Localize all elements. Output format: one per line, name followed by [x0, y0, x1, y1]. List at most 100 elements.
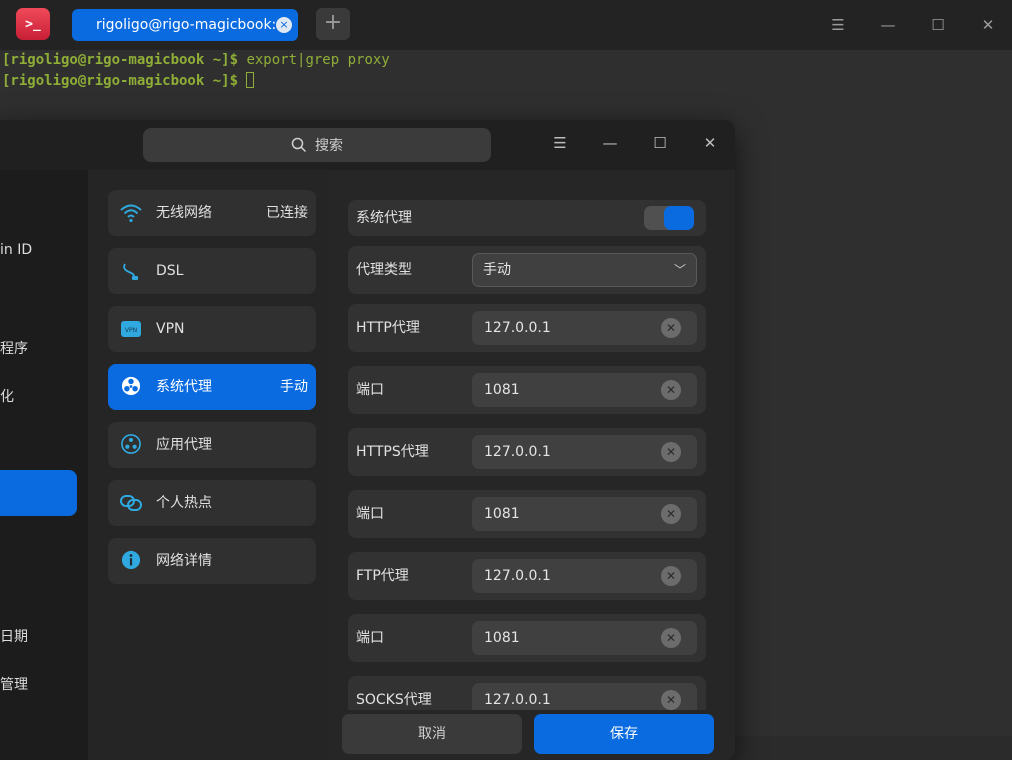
network-item-wireless[interactable]: 无线网络 已连接	[108, 190, 316, 236]
terminal-titlebar: >_ rigoligo@rigo-magicbook:~ × + ☰ — ☐ ✕	[0, 0, 1012, 50]
proxy-type-row: 代理类型 手动 ﹀	[348, 246, 706, 294]
cancel-button[interactable]: 取消	[342, 714, 522, 754]
socks-proxy-value: 127.0.0.1	[484, 692, 551, 708]
settings-nav-item[interactable]: 化	[0, 386, 14, 406]
ftp-port-value: 1081	[484, 630, 520, 646]
ftp-proxy-row: FTP代理 127.0.0.1 ✕	[348, 552, 706, 600]
settings-nav-item[interactable]: 日期	[0, 626, 28, 646]
network-item-vpn[interactable]: VPN VPN	[108, 306, 316, 352]
network-item-status: 已连接	[266, 205, 308, 221]
dsl-icon	[123, 263, 138, 280]
form-actions: 取消 保存	[328, 710, 735, 760]
text-cursor	[246, 72, 255, 88]
clear-icon[interactable]: ✕	[661, 690, 681, 710]
terminal-tab-title: rigoligo@rigo-magicbook:~	[96, 17, 289, 33]
terminal-tab[interactable]: rigoligo@rigo-magicbook:~ ×	[72, 9, 298, 41]
https-port-value: 1081	[484, 506, 520, 522]
system-proxy-icon	[121, 376, 141, 396]
clear-icon[interactable]: ✕	[661, 380, 681, 400]
chevron-down-icon: ﹀	[673, 263, 686, 277]
settings-nav-item[interactable]: 程序	[0, 338, 28, 358]
proxy-type-label: 代理类型	[356, 262, 412, 278]
network-item-dsl[interactable]: DSL	[108, 248, 316, 294]
https-proxy-row: HTTPS代理 127.0.0.1 ✕	[348, 428, 706, 476]
network-item-label: 个人热点	[156, 495, 212, 511]
network-item-label: 系统代理	[156, 379, 212, 395]
clear-icon[interactable]: ✕	[661, 628, 681, 648]
network-item-label: VPN	[156, 321, 185, 337]
http-port-input[interactable]: 1081 ✕	[472, 373, 697, 407]
search-placeholder: 搜索	[315, 138, 343, 154]
proxy-type-select[interactable]: 手动 ﹀	[472, 253, 697, 287]
network-item-hotspot[interactable]: 个人热点	[108, 480, 316, 526]
ftp-port-label: 端口	[356, 630, 384, 646]
command-text	[238, 73, 246, 89]
wifi-icon	[120, 204, 142, 223]
http-proxy-label: HTTP代理	[356, 320, 420, 336]
http-proxy-value: 127.0.0.1	[484, 320, 551, 336]
settings-nav: in ID 程序 化 日期 管理	[0, 170, 88, 760]
clear-icon[interactable]: ✕	[661, 442, 681, 462]
system-proxy-label: 系统代理	[356, 210, 412, 226]
new-tab-button[interactable]: +	[316, 8, 350, 40]
ftp-port-input[interactable]: 1081 ✕	[472, 621, 697, 655]
command-text: export|grep proxy	[238, 52, 390, 68]
http-port-label: 端口	[356, 382, 384, 398]
settings-close-icon[interactable]: ✕	[698, 134, 722, 152]
network-item-label: 网络详情	[156, 553, 212, 569]
info-icon	[121, 550, 141, 570]
https-proxy-input[interactable]: 127.0.0.1 ✕	[472, 435, 697, 469]
system-proxy-row: 系统代理	[348, 200, 706, 236]
tab-close-icon[interactable]: ×	[276, 17, 292, 33]
search-input[interactable]: 搜索	[143, 128, 491, 162]
settings-window: 搜索 ☰ — ☐ ✕ in ID 程序 化 日期 管理 无线网络 已连接 DSL…	[0, 120, 735, 760]
hotspot-icon	[120, 495, 142, 511]
svg-text:VPN: VPN	[125, 327, 137, 334]
network-list: 无线网络 已连接 DSL VPN VPN 系统代理 手动 应用代理 个人热点 网…	[88, 170, 328, 760]
proxy-form: 系统代理 代理类型 手动 ﹀ HTTP代理 127.0.0.1 ✕ 端口 1081…	[328, 170, 735, 760]
https-port-row: 端口 1081 ✕	[348, 490, 706, 538]
ftp-port-row: 端口 1081 ✕	[348, 614, 706, 662]
network-item-details[interactable]: 网络详情	[108, 538, 316, 584]
system-proxy-toggle[interactable]	[644, 206, 694, 230]
terminal-app-icon[interactable]: >_	[16, 8, 50, 40]
proxy-type-value: 手动	[483, 262, 511, 278]
prompt: [rigoligo@rigo-magicbook ~]$	[2, 52, 239, 68]
settings-nav-item[interactable]: in ID	[0, 242, 32, 258]
ftp-proxy-value: 127.0.0.1	[484, 568, 551, 584]
network-item-system-proxy[interactable]: 系统代理 手动	[108, 364, 316, 410]
network-item-app-proxy[interactable]: 应用代理	[108, 422, 316, 468]
http-port-value: 1081	[484, 382, 520, 398]
terminal-minimize-icon[interactable]: —	[876, 16, 900, 34]
clear-icon[interactable]: ✕	[661, 318, 681, 338]
app-proxy-icon	[121, 434, 141, 454]
vpn-icon: VPN	[121, 321, 141, 337]
search-icon	[291, 137, 307, 153]
clear-icon[interactable]: ✕	[661, 504, 681, 524]
https-port-label: 端口	[356, 506, 384, 522]
https-proxy-label: HTTPS代理	[356, 444, 429, 460]
terminal-menu-icon[interactable]: ☰	[826, 16, 850, 34]
terminal-line: [rigoligo@rigo-magicbook ~]$ export|grep…	[2, 52, 390, 68]
settings-minimize-icon[interactable]: —	[598, 134, 622, 152]
clear-icon[interactable]: ✕	[661, 566, 681, 586]
https-port-input[interactable]: 1081 ✕	[472, 497, 697, 531]
network-item-label: 应用代理	[156, 437, 212, 453]
http-proxy-row: HTTP代理 127.0.0.1 ✕	[348, 304, 706, 352]
http-proxy-input[interactable]: 127.0.0.1 ✕	[472, 311, 697, 345]
settings-nav-item[interactable]: 管理	[0, 674, 28, 694]
ftp-proxy-input[interactable]: 127.0.0.1 ✕	[472, 559, 697, 593]
terminal-maximize-icon[interactable]: ☐	[926, 16, 950, 34]
toggle-knob	[664, 206, 694, 230]
http-port-row: 端口 1081 ✕	[348, 366, 706, 414]
terminal-close-icon[interactable]: ✕	[976, 16, 1000, 34]
save-button[interactable]: 保存	[534, 714, 714, 754]
https-proxy-value: 127.0.0.1	[484, 444, 551, 460]
ftp-proxy-label: FTP代理	[356, 568, 409, 584]
prompt: [rigoligo@rigo-magicbook ~]$	[2, 73, 239, 89]
settings-maximize-icon[interactable]: ☐	[648, 134, 672, 152]
settings-menu-icon[interactable]: ☰	[548, 134, 572, 152]
terminal-line: [rigoligo@rigo-magicbook ~]$	[2, 72, 255, 89]
network-item-label: DSL	[156, 263, 184, 279]
settings-nav-active-item[interactable]	[0, 470, 77, 516]
